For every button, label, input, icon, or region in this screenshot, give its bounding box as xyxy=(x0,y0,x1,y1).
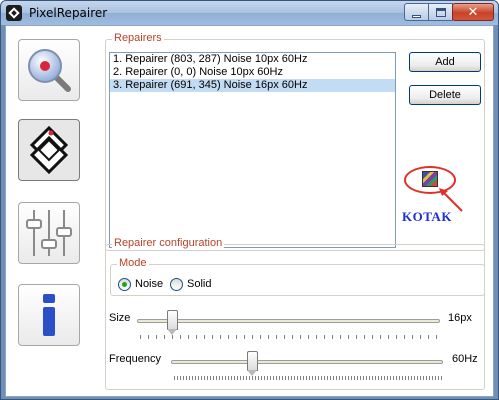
nav-button-info[interactable] xyxy=(18,284,80,346)
list-item[interactable]: 1. Repairer (803, 287) Noise 10px 60Hz xyxy=(110,53,395,66)
close-icon: ✕ xyxy=(467,4,479,20)
maximize-button[interactable] xyxy=(428,3,453,21)
size-slider-track[interactable] xyxy=(137,319,440,323)
nav-button-settings[interactable] xyxy=(18,202,80,264)
frequency-slider-ticks xyxy=(174,376,443,380)
size-value: 16px xyxy=(448,312,472,324)
magnifier-icon xyxy=(28,49,71,92)
maximize-icon xyxy=(435,7,446,17)
app-icon xyxy=(6,5,22,21)
list-item[interactable]: 2. Repairer (0, 0) Noise 10px 60Hz xyxy=(110,66,395,79)
radio-solid-label[interactable]: Solid xyxy=(187,278,211,290)
delete-button[interactable]: Delete xyxy=(409,85,481,105)
frequency-label: Frequency xyxy=(109,353,161,365)
mode-group: Mode Noise Solid xyxy=(110,257,485,296)
minimize-icon xyxy=(412,14,421,18)
add-button[interactable]: Add xyxy=(409,52,481,72)
client-area: Repairers 1. Repairer (803, 287) Noise 1… xyxy=(5,25,494,397)
window-title: PixelRepairer xyxy=(29,6,108,20)
minimize-button[interactable] xyxy=(404,3,429,21)
title-bar[interactable]: PixelRepairer ✕ xyxy=(1,1,498,25)
frequency-slider-thumb[interactable] xyxy=(247,351,258,376)
close-button[interactable]: ✕ xyxy=(452,3,494,21)
app-window: PixelRepairer ✕ Repairers 1. Repairer (8… xyxy=(0,0,499,400)
annotation-label: KOTAK xyxy=(402,209,452,224)
mode-group-title: Mode xyxy=(117,257,149,269)
repairer-box-icon[interactable] xyxy=(422,171,438,187)
nav-button-locate[interactable] xyxy=(18,39,80,101)
repairers-list[interactable]: 1. Repairer (803, 287) Noise 10px 60Hz 2… xyxy=(109,52,396,248)
repairers-group-title: Repairers xyxy=(112,32,164,44)
info-icon xyxy=(43,294,55,336)
nav-button-repair[interactable] xyxy=(18,119,80,181)
frequency-slider-track[interactable] xyxy=(171,360,443,364)
radio-noise-label[interactable]: Noise xyxy=(135,278,163,290)
radio-solid[interactable] xyxy=(170,278,183,291)
configuration-group-title: Repairer configuration xyxy=(112,237,225,249)
size-slider-ticks xyxy=(140,335,440,339)
repair-diamond-icon xyxy=(29,125,69,175)
size-label: Size xyxy=(109,312,131,324)
frequency-value: 60Hz xyxy=(452,353,478,365)
radio-noise[interactable] xyxy=(118,278,131,291)
size-slider-thumb[interactable] xyxy=(167,310,178,335)
list-item[interactable]: 3. Repairer (691, 345) Noise 16px 60Hz xyxy=(110,79,395,92)
sliders-icon xyxy=(26,210,72,256)
